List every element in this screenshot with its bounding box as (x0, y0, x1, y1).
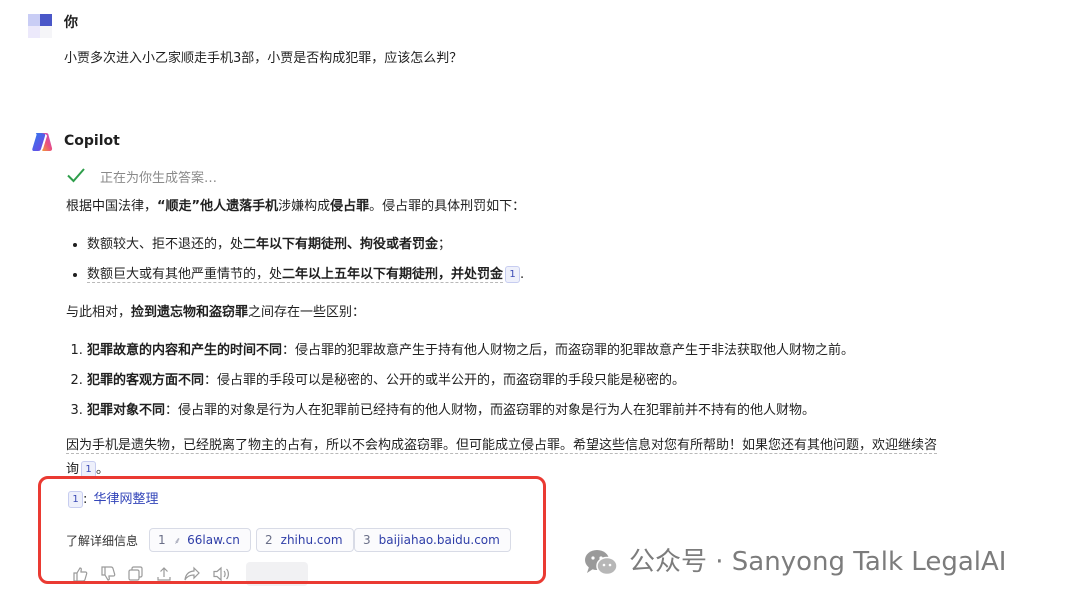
penalty-list: 数额较大、拒不退还的，处二年以下有期徒刑、拘役或者罚金； 数额巨大或有其他严重情… (66, 230, 1056, 290)
list-item: 犯罪对象不同：侵占罪的对象是行为人在犯罪前已经持有的他人财物，而盗窃罪的对象是行… (87, 396, 1056, 426)
list-item: 数额较大、拒不退还的，处二年以下有期徒刑、拘役或者罚金； (87, 230, 1056, 260)
highlight-box (38, 476, 546, 584)
difference-list: 犯罪故意的内容和产生的时间不同：侵占罪的犯罪故意产生于持有他人财物之后，而盗窃罪… (66, 336, 1056, 426)
copilot-name: Copilot (64, 133, 120, 149)
status-text: 正在为你生成答案… (100, 171, 218, 186)
list-item: 犯罪的客观方面不同：侵占罪的手段可以是秘密的、公开的或半公开的，而盗窃罪的手段只… (87, 366, 1056, 396)
answer-comparison-intro: 与此相对，捡到遗忘物和盗窃罪之间存在一些区别： (66, 305, 366, 320)
copilot-answer: 根据中国法律，“顺走”他人遗落手机涉嫌构成侵占罪。侵占罪的具体刑罚如下： 数额较… (66, 192, 1056, 482)
list-item: 犯罪故意的内容和产生的时间不同：侵占罪的犯罪故意产生于持有他人财物之后，而盗窃罪… (87, 336, 1056, 366)
user-message: 小贾多次进入小乙家顺走手机3部，小贾是否构成犯罪，应该怎么判？ (64, 51, 463, 66)
citation-badge[interactable]: 1 (505, 266, 521, 283)
answer-intro: 根据中国法律，“顺走”他人遗落手机涉嫌构成侵占罪。侵占罪的具体刑罚如下： (66, 199, 526, 214)
watermark-text: 公众号 · Sanyong Talk LegalAI (629, 547, 1007, 577)
wechat-icon (585, 550, 618, 576)
list-item: 数额巨大或有其他严重情节的，处二年以上五年以下有期徒刑，并处罚金1. (87, 260, 1056, 290)
answer-conclusion: 因为手机是遗失物，已经脱离了物主的占有，所以不会构成盗窃罪。但可能成立侵占罪。希… (66, 438, 938, 478)
check-icon (67, 168, 85, 183)
user-avatar (28, 14, 52, 38)
copilot-logo-icon (32, 133, 53, 151)
user-name: 你 (64, 15, 78, 31)
